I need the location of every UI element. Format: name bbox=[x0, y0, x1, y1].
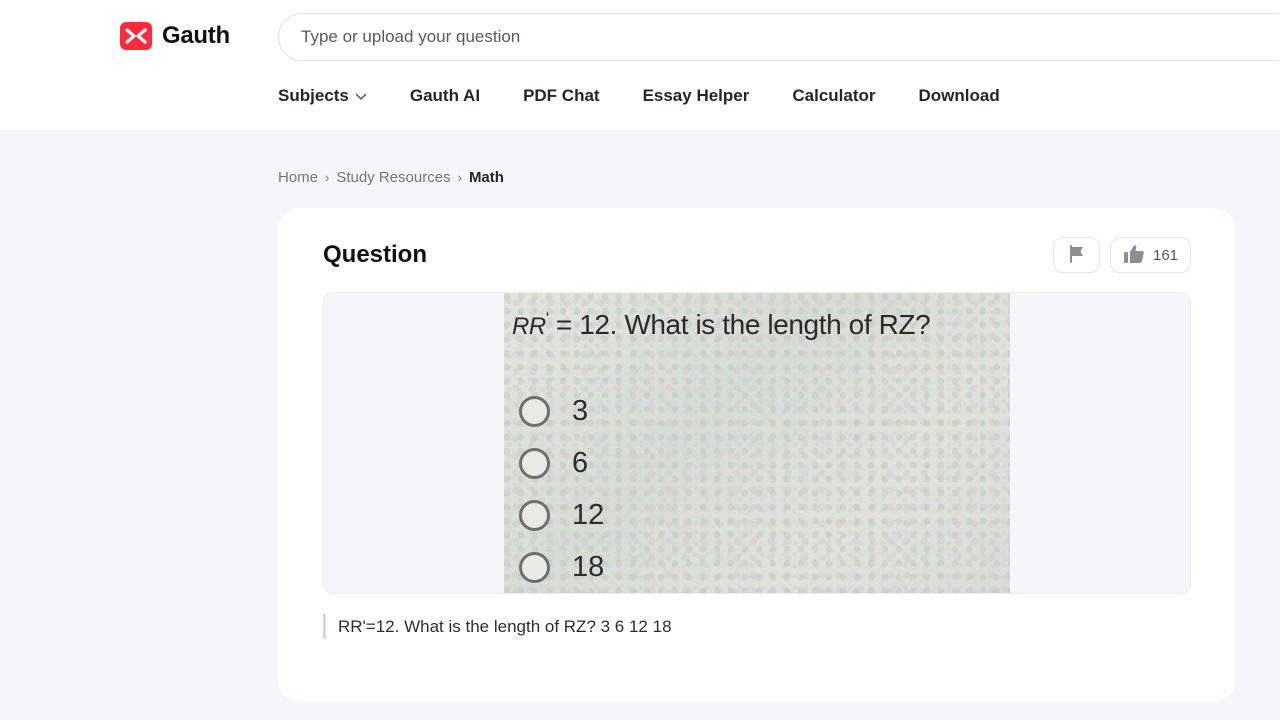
photo-prompt-text: = 12. What is the length of RZ? bbox=[548, 309, 931, 340]
photo-option: 6 bbox=[519, 447, 588, 480]
photo-option-label: 6 bbox=[572, 447, 589, 479]
gauth-logo-icon bbox=[120, 22, 152, 50]
question-image-frame[interactable]: RR' = 12. What is the length of RZ? 3 6 … bbox=[323, 292, 1191, 594]
nav-item-download[interactable]: Download bbox=[919, 86, 1000, 106]
photo-option: 18 bbox=[519, 551, 604, 584]
radio-circle-icon bbox=[519, 448, 550, 479]
nav-item-gauth-ai[interactable]: Gauth AI bbox=[410, 86, 480, 106]
breadcrumb-current: Math bbox=[468, 169, 504, 186]
brand-name: Gauth bbox=[162, 22, 230, 49]
chevron-down-icon bbox=[355, 86, 367, 106]
nav-item-label: Subjects bbox=[278, 86, 349, 105]
main-nav: Subjects Gauth AI PDF Chat Essay Helper … bbox=[278, 86, 1043, 106]
thumbs-up-icon bbox=[1123, 244, 1145, 267]
report-button[interactable] bbox=[1053, 237, 1100, 273]
question-card: Question 161 RR' = 12. What is the lengt… bbox=[278, 208, 1235, 702]
chevron-right-icon: › bbox=[457, 170, 462, 185]
nav-item-pdf-chat[interactable]: PDF Chat bbox=[523, 86, 600, 106]
chevron-right-icon: › bbox=[325, 170, 330, 185]
brand-logo[interactable]: Gauth bbox=[120, 22, 230, 50]
photo-option-label: 12 bbox=[572, 499, 605, 531]
nav-item-essay-helper[interactable]: Essay Helper bbox=[643, 86, 750, 106]
radio-circle-icon bbox=[519, 552, 550, 583]
breadcrumb-home[interactable]: Home bbox=[278, 169, 318, 186]
top-header: Gauth Subjects Gauth AI PDF Chat Essay H… bbox=[0, 0, 1280, 130]
radio-circle-icon bbox=[519, 396, 550, 427]
photo-option-label: 3 bbox=[572, 395, 589, 427]
photo-option-label: 18 bbox=[572, 551, 605, 583]
question-text: RR'=12. What is the length of RZ? 3 6 12… bbox=[323, 614, 672, 639]
nav-item-subjects[interactable]: Subjects bbox=[278, 86, 367, 106]
question-photo-prompt: RR' = 12. What is the length of RZ? bbox=[512, 309, 931, 341]
like-button[interactable]: 161 bbox=[1110, 237, 1191, 273]
question-photo: RR' = 12. What is the length of RZ? 3 6 … bbox=[504, 293, 1010, 593]
breadcrumb-study-resources[interactable]: Study Resources bbox=[336, 169, 450, 186]
photo-option: 3 bbox=[519, 395, 588, 428]
question-heading: Question bbox=[323, 241, 428, 268]
photo-option: 12 bbox=[519, 499, 604, 532]
photo-prompt-prefix: RR bbox=[512, 313, 546, 340]
flag-icon bbox=[1067, 244, 1087, 267]
search-input[interactable] bbox=[301, 27, 1201, 47]
like-count: 161 bbox=[1152, 246, 1179, 264]
breadcrumb: Home › Study Resources › Math bbox=[278, 169, 504, 186]
search-bar[interactable] bbox=[278, 13, 1280, 61]
nav-item-calculator[interactable]: Calculator bbox=[792, 86, 875, 106]
radio-circle-icon bbox=[519, 500, 550, 531]
